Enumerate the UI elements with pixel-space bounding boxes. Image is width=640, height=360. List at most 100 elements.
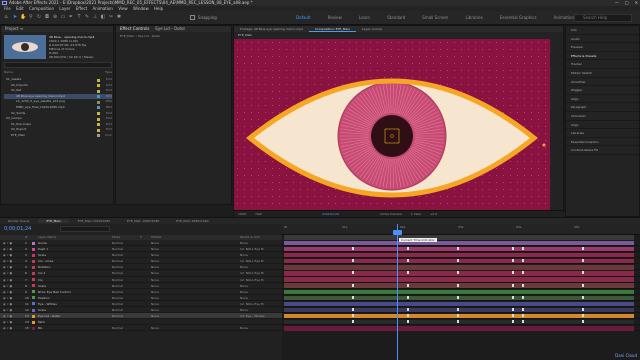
keyframe-icon[interactable] [522,308,524,312]
tab-eye-main-1920[interactable]: EYE_Main 1920x1080 [70,219,118,223]
path-vertex-handle[interactable] [542,143,546,147]
layer-label-color[interactable] [32,271,35,275]
layer-duration-bar[interactable] [284,265,634,270]
keyframe-icon[interactable] [457,247,459,251]
mode-dropdown[interactable]: Normal [112,264,123,270]
layer-label-color[interactable] [32,308,35,312]
parent-dropdown[interactable]: None [240,289,248,295]
panel-wiggler[interactable]: Wiggler [566,86,639,95]
parent-dropdown[interactable]: None [240,240,248,246]
label-color-swatch[interactable] [97,134,100,138]
layer-name[interactable]: BG [38,325,42,331]
label-color-swatch[interactable] [97,128,100,132]
arrow-icon[interactable]: ➤ [12,14,18,21]
layer-name[interactable]: Position [38,295,50,301]
workspace-learn[interactable]: Learn [353,15,376,20]
layer-label-color[interactable] [32,253,35,257]
keyframe-icon[interactable] [457,271,459,275]
tab-layer[interactable]: Layer: (none) [356,26,388,32]
keyframe-icon[interactable] [582,259,584,263]
visibility-eye-icon[interactable]: ◉ ♪ ● [3,264,12,270]
project-item[interactable]: EYE_Main Com [4,133,112,139]
zoom-dropdown[interactable]: 100% [238,212,247,216]
keyframe-icon[interactable] [582,283,584,287]
parent-dropdown[interactable]: None [240,295,248,301]
layer-name[interactable]: Eye - Whites [38,301,57,307]
project-search-input[interactable] [4,62,112,68]
layer-label-color[interactable] [32,259,35,263]
visibility-eye-icon[interactable]: ◉ ♪ ● [3,246,12,252]
layer-label-color[interactable] [32,296,35,300]
keyframe-icon[interactable] [457,283,459,287]
roto-icon[interactable]: ✂ [108,14,114,21]
visibility-eye-icon[interactable]: ◉ ♪ ● [3,252,12,258]
mode-dropdown[interactable]: Normal [112,307,123,313]
panel-paragraph[interactable]: Paragraph [566,103,639,112]
effect-controls-tab[interactable]: Effect Controls [120,26,149,32]
mode-dropdown[interactable]: Normal [112,277,123,283]
mode-dropdown[interactable]: Normal [112,270,123,276]
mode-dropdown[interactable]: Normal [112,258,123,264]
panel-essential-graphics[interactable]: Essential Graphics [566,138,639,147]
keyframe-icon[interactable] [512,314,514,318]
parent-dropdown[interactable]: 12. NULL Eye M [240,258,264,264]
camera-dropdown[interactable]: Active Camera [380,212,402,216]
tab-eye-main-1080v[interactable]: EYE_Main 1080x1920 [168,219,216,223]
parent-dropdown[interactable]: None [240,325,248,331]
keyframe-icon[interactable] [512,271,514,275]
label-color-swatch[interactable] [97,78,100,82]
exposure-value[interactable]: +0.0 [430,212,437,216]
mode-dropdown[interactable]: Normal [112,283,123,289]
layer-name[interactable]: Path [38,319,45,325]
project-panel-header[interactable]: Project ≡ [1,26,113,32]
eraser-icon[interactable]: ◧ [100,14,106,21]
label-color-swatch[interactable] [97,95,100,99]
layer-row[interactable]: ◉ ♪ ● 15 BG Normal None None [0,325,282,332]
layer-duration-bar[interactable] [284,277,634,282]
tab-eye-main[interactable]: EYE_Main [38,219,69,223]
panel-effects-presets[interactable]: Effects & Presets [566,52,639,61]
layer-label-color[interactable] [32,314,35,318]
label-color-swatch[interactable] [97,123,100,127]
layer-duration-bar[interactable] [284,301,634,307]
layer-name[interactable]: Iris 2 [38,270,45,276]
keyframe-icon[interactable] [522,247,524,251]
layer-label-color[interactable] [32,290,35,294]
keyframe-icon[interactable] [407,314,409,318]
layer-label-color[interactable] [32,247,35,251]
brush-icon[interactable]: ✎ [84,14,90,21]
parent-dropdown[interactable]: None [240,264,248,270]
type-icon[interactable]: T [76,14,82,21]
parent-dropdown[interactable]: None [240,283,248,289]
parent-dropdown[interactable]: 12. NULL Eye M [240,246,264,252]
keyframe-icon[interactable] [457,314,459,318]
panel-align[interactable]: Align [566,121,639,130]
label-color-swatch[interactable] [97,84,100,88]
keyframe-icon[interactable] [352,259,354,263]
layer-duration-bar[interactable] [284,326,634,331]
mode-dropdown[interactable]: Normal [112,252,123,258]
keyframe-icon[interactable] [407,259,409,263]
panel-character[interactable]: Character [566,112,639,121]
keyframe-icon[interactable] [407,295,409,299]
layer-name[interactable]: Pupil 1 [38,246,48,252]
panel-audio[interactable]: Audio [566,35,639,44]
workspace-essential-graphics[interactable]: Essential Graphics [494,15,543,20]
layer-label-color[interactable] [32,326,35,330]
keyframe-icon[interactable] [582,247,584,251]
comp-breadcrumb[interactable]: EYE_Main [238,33,252,37]
parent-dropdown[interactable]: None [240,252,248,258]
tab-composition[interactable]: Composition: EYE_Main [308,26,356,32]
visibility-eye-icon[interactable]: ◉ ♪ ● [3,295,12,301]
resolution-dropdown[interactable]: Half [256,212,262,216]
label-color-swatch[interactable] [97,100,100,104]
layer-name[interactable]: NULL Eye Ball Control [38,289,71,295]
panel-smoother[interactable]: Smoother [566,78,639,87]
keyframe-icon[interactable] [582,320,584,324]
snapping-checkbox[interactable] [190,15,195,20]
visibility-eye-icon[interactable]: ◉ ♪ ● [3,277,12,283]
keyframe-icon[interactable] [457,320,459,324]
label-color-swatch[interactable] [97,112,100,116]
label-color-swatch[interactable] [97,106,100,110]
current-time-indicator[interactable] [397,224,398,360]
